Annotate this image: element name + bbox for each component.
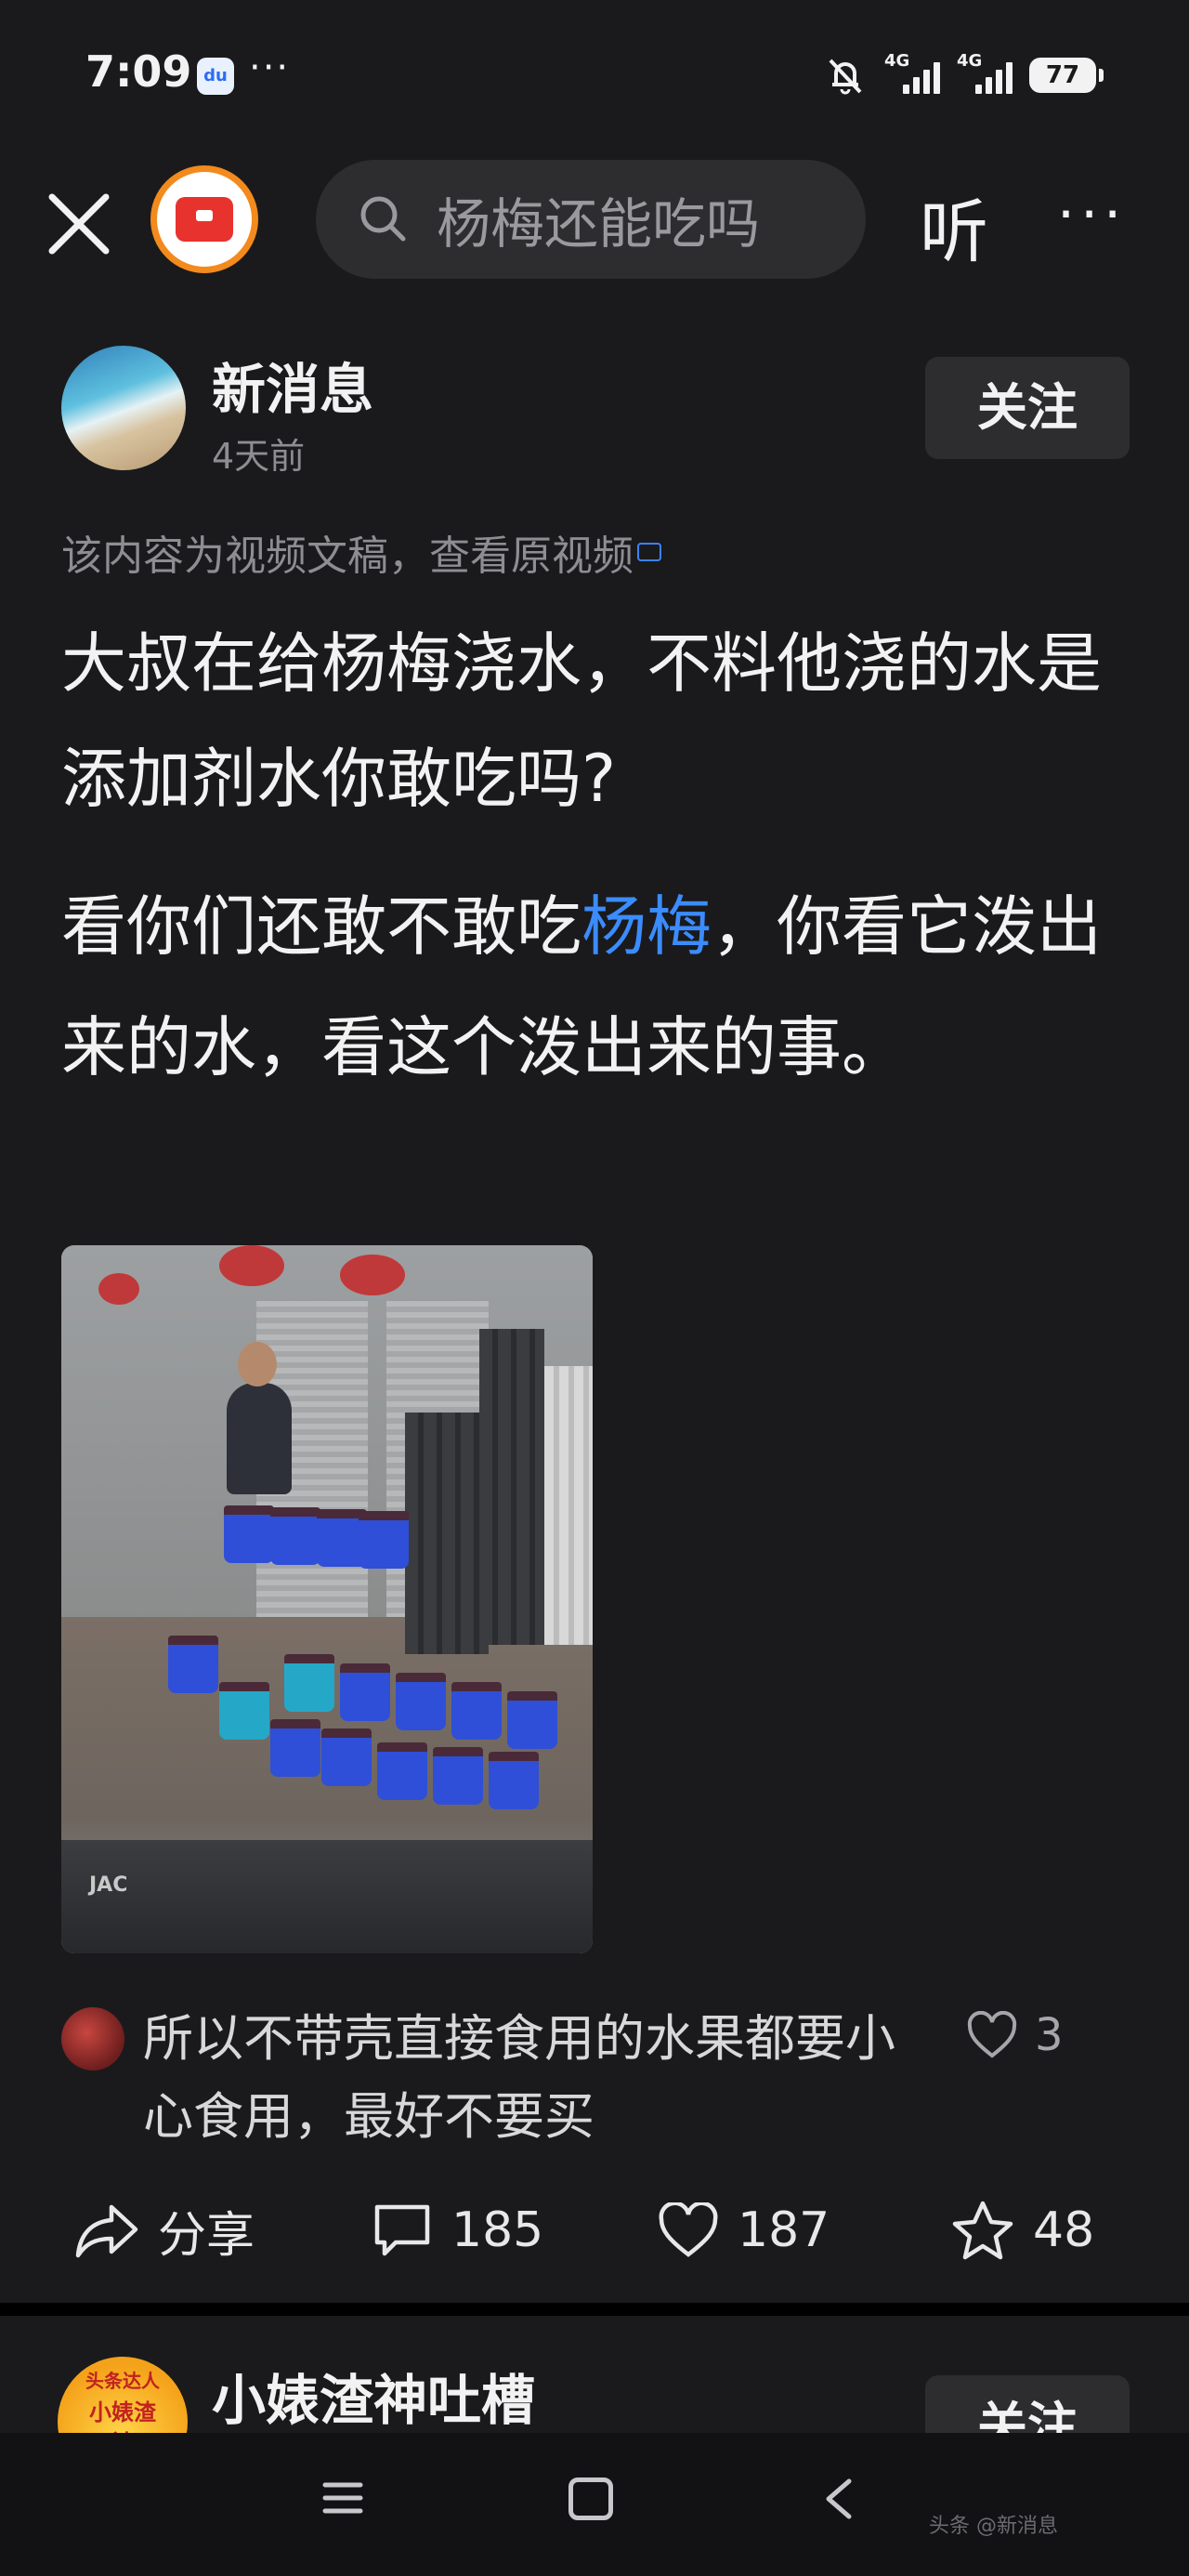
share-label: 分享 — [158, 2207, 255, 2264]
post-time: 4天前 — [212, 436, 306, 477]
back-icon[interactable] — [817, 2476, 858, 2522]
star-icon — [952, 2201, 1013, 2260]
status-time: 7:09 — [85, 46, 192, 97]
signal-icon-2: 4G — [957, 51, 1013, 94]
network-type-2: 4G — [957, 51, 983, 71]
search-input[interactable]: 杨梅还能吃吗 — [316, 160, 866, 279]
body-text-start: 看你们还敢不敢吃 — [61, 888, 581, 965]
avatar-text-top: 头条达人 — [85, 2370, 160, 2392]
baidu-app-icon: du — [197, 58, 234, 95]
heart-icon — [659, 2202, 718, 2257]
listen-button[interactable]: 听 — [920, 177, 988, 276]
search-query: 杨梅还能吃吗 — [437, 192, 761, 256]
status-bar: 7:09 du ··· 4G 4G 77 — [0, 0, 1189, 149]
network-type-1: 4G — [884, 51, 910, 71]
status-indicators: 4G 4G 77 — [823, 51, 1104, 99]
share-button[interactable]: 分享 — [74, 2184, 255, 2277]
video-car-label: JAC — [89, 1873, 128, 1897]
watermark: 头条 @新消息 — [929, 2515, 1058, 2538]
comment-like-button[interactable]: 3 — [966, 2009, 1064, 2061]
comment-button[interactable]: 185 — [372, 2184, 543, 2277]
menu-icon[interactable] — [321, 2477, 364, 2518]
like-button[interactable]: 187 — [658, 2184, 830, 2277]
author-avatar[interactable] — [61, 346, 186, 470]
next-author-name[interactable]: 小婊渣神吐槽 — [212, 2357, 535, 2435]
mute-bell-icon — [829, 59, 862, 95]
comment-count: 185 — [451, 2202, 544, 2258]
status-more-icon: ··· — [249, 46, 291, 89]
favorite-count: 48 — [1033, 2202, 1095, 2258]
share-icon — [75, 2204, 138, 2258]
post-body: 看你们还敢不敢吃杨梅，你看它泼出来的水，看这个泼出来的事。 — [61, 866, 1130, 1108]
signal-icon-1: 4G — [884, 51, 940, 94]
avatar-text-mid: 小婊渣 — [89, 2399, 156, 2425]
search-icon — [360, 196, 406, 242]
post-title: 大叔在给杨梅浇水，不料他浇的水是添加剂水你敢吃吗? — [61, 625, 1102, 817]
home-icon[interactable] — [568, 2477, 613, 2520]
comment-icon — [374, 2204, 430, 2256]
top-comment-text[interactable]: 所以不带壳直接食用的水果都要小心食用，最好不要买 — [143, 2000, 923, 2156]
notice-text: 该内容为视频文稿，查看原视频 — [61, 532, 634, 580]
author-name[interactable]: 新消息 — [212, 346, 373, 424]
commenter-avatar[interactable] — [61, 2007, 124, 2070]
like-count: 187 — [738, 2202, 830, 2258]
image-link-icon — [637, 543, 661, 561]
action-bar: 分享 185 187 48 — [0, 2184, 1189, 2305]
close-icon[interactable] — [37, 182, 121, 266]
keyword-link[interactable]: 杨梅 — [581, 888, 712, 965]
heart-icon — [967, 2011, 1017, 2058]
video-transcript-notice[interactable]: 该内容为视频文稿，查看原视频 — [61, 522, 661, 582]
favorite-button[interactable]: 48 — [951, 2184, 1094, 2277]
follow-button[interactable]: 关注 — [925, 357, 1130, 459]
comment-like-count: 3 — [1035, 2009, 1064, 2061]
post-divider — [0, 2303, 1189, 2316]
more-menu-button[interactable]: ··· — [1057, 182, 1127, 247]
red-packet-icon[interactable] — [150, 165, 258, 273]
video-thumbnail[interactable]: JAC — [61, 1245, 593, 1953]
battery-icon: 77 — [1029, 58, 1104, 93]
